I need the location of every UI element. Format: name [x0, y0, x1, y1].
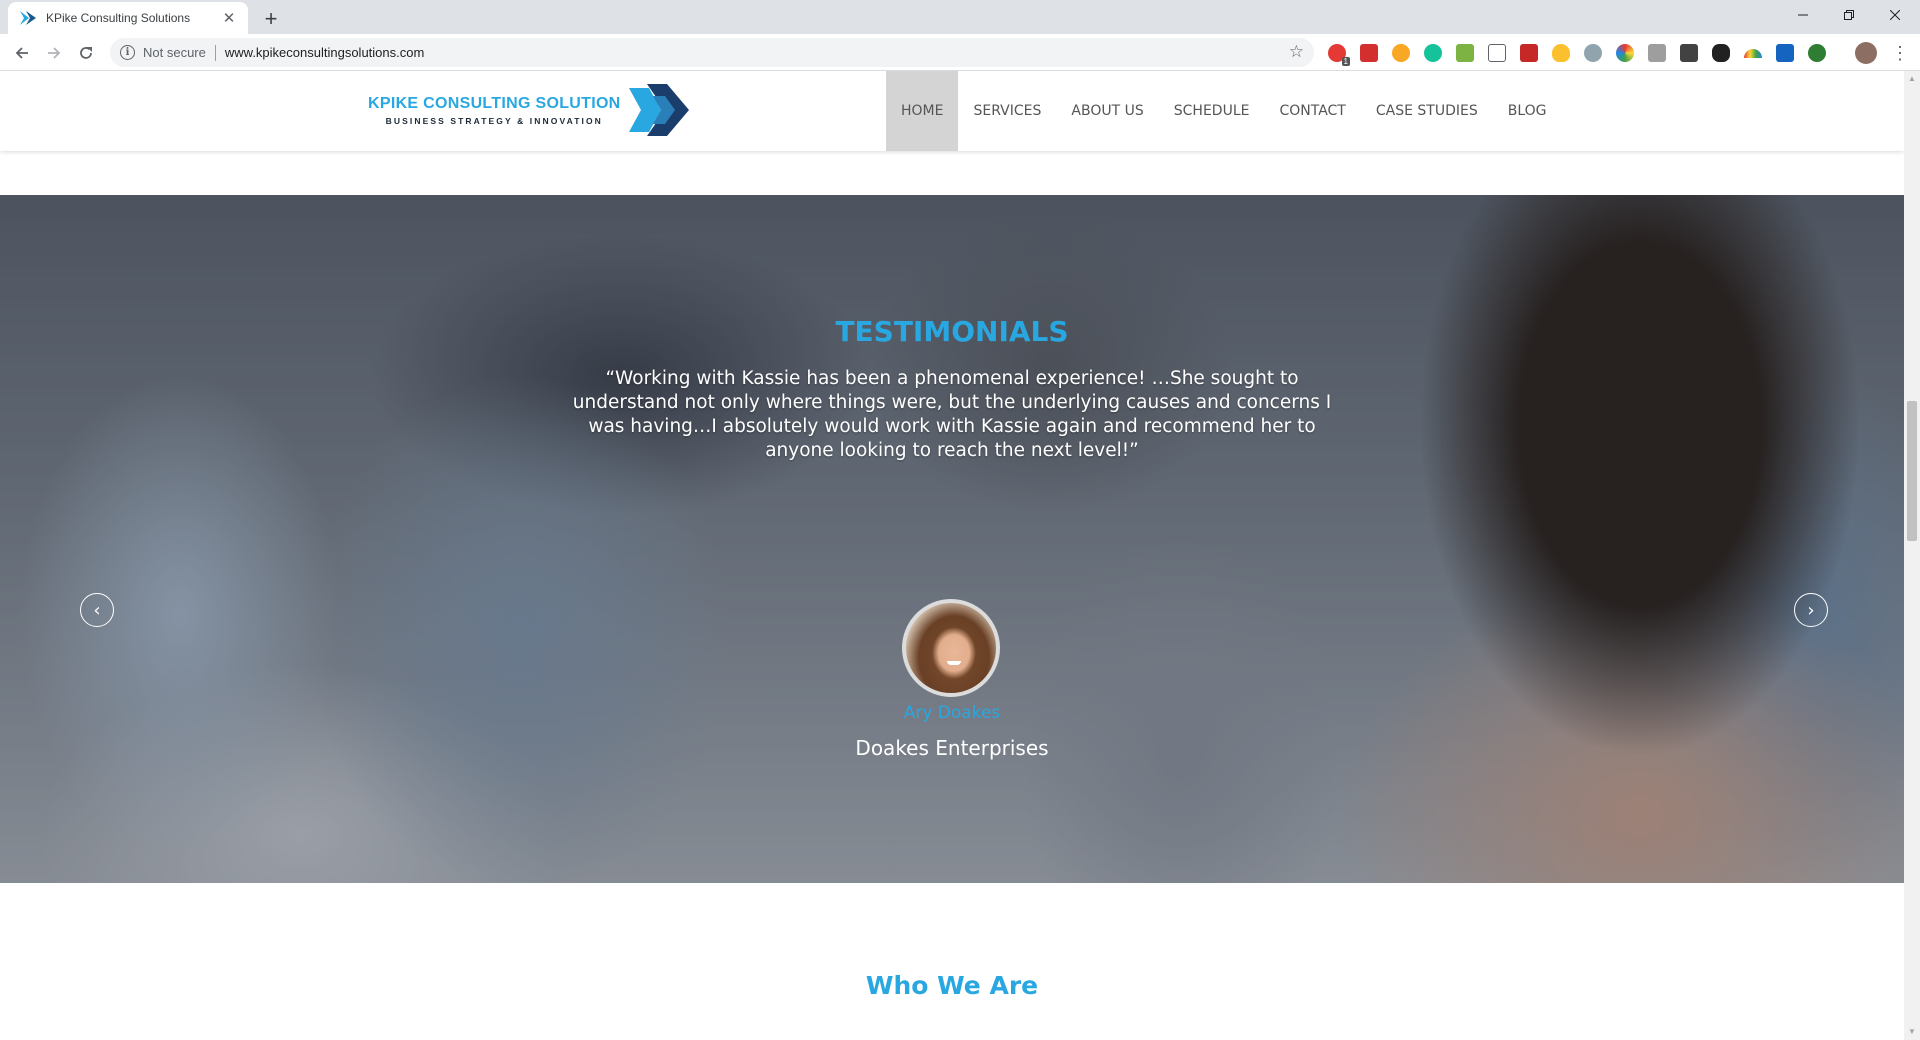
hero-background-image [0, 195, 1904, 883]
url-separator [214, 44, 216, 61]
scroll-down-arrow-icon[interactable]: ▼ [1907, 1027, 1917, 1037]
site-logo[interactable]: KPIKE CONSULTING SOLUTION BUSINESS STRAT… [368, 83, 692, 137]
tab-title: KPike Consulting Solutions [46, 11, 191, 25]
reload-icon[interactable] [72, 39, 100, 67]
extension-bulb-icon[interactable] [1552, 44, 1570, 62]
minimize-window-button[interactable] [1780, 0, 1826, 30]
extension-rainbow-icon[interactable] [1744, 48, 1762, 58]
avatar-smile [947, 661, 961, 665]
nav-item-blog[interactable]: BLOG [1493, 71, 1562, 151]
extension-red-icon[interactable] [1360, 44, 1378, 62]
scroll-up-arrow-icon[interactable]: ▲ [1907, 74, 1917, 84]
new-tab-button[interactable]: + [258, 6, 284, 32]
security-label: Not secure [143, 45, 206, 60]
nav-item-home[interactable]: HOME [886, 71, 959, 151]
main-nav: HOME SERVICES ABOUT US SCHEDULE CONTACT … [886, 71, 1562, 151]
nav-item-about-us[interactable]: ABOUT US [1056, 71, 1158, 151]
restore-window-button[interactable] [1826, 0, 1872, 30]
extension-chart-icon[interactable] [1520, 44, 1538, 62]
bookmark-star-icon[interactable]: ☆ [1289, 42, 1304, 62]
extension-bee-icon[interactable] [1392, 44, 1410, 62]
browser-toolbar: i Not secure www.kpikeconsultingsolution… [0, 34, 1920, 71]
extension-adblock-icon[interactable]: 1 [1328, 44, 1350, 66]
back-arrow-icon[interactable] [8, 39, 36, 67]
url-text[interactable]: www.kpikeconsultingsolutions.com [225, 45, 424, 60]
carousel-prev-button[interactable]: ‹ [80, 593, 114, 627]
extension-grid-icon[interactable] [1776, 44, 1794, 62]
extension-color-wheel-icon[interactable] [1616, 44, 1634, 62]
browser-tabstrip: KPike Consulting Solutions ✕ + [0, 0, 1920, 34]
logo-arrows-icon [628, 84, 689, 136]
forward-arrow-icon[interactable] [40, 39, 68, 67]
extension-eye-icon[interactable] [1584, 44, 1602, 62]
nav-item-case-studies[interactable]: CASE STUDIES [1361, 71, 1493, 151]
testimonial-quote: “Working with Kassie has been a phenomen… [572, 368, 1332, 461]
browser-menu-icon[interactable]: ⋮ [1890, 41, 1910, 65]
extension-glasses-icon[interactable] [1712, 44, 1730, 62]
testimonial-company: Doakes Enterprises [855, 736, 1049, 760]
address-bar[interactable]: i Not secure www.kpikeconsultingsolution… [110, 38, 1314, 67]
extensions-row: 1 [1328, 43, 1840, 66]
extension-badge: 1 [1341, 57, 1350, 66]
extension-green-icon[interactable] [1808, 44, 1826, 62]
site-favicon-icon [20, 10, 36, 26]
browser-tab[interactable]: KPike Consulting Solutions ✕ [8, 2, 248, 34]
nav-item-contact[interactable]: CONTACT [1264, 71, 1360, 151]
logo-text: KPIKE CONSULTING SOLUTION BUSINESS STRAT… [368, 95, 621, 126]
carousel-next-button[interactable]: › [1794, 593, 1828, 627]
logo-name: KPIKE CONSULTING SOLUTION [368, 94, 621, 112]
site-info-icon[interactable]: i [120, 45, 135, 60]
testimonials-heading: TESTIMONIALS [835, 315, 1069, 348]
extension-gray-icon[interactable] [1648, 44, 1666, 62]
page-scrollbar[interactable]: ▲ ▼ [1904, 71, 1920, 1040]
extension-dark-icon[interactable] [1680, 44, 1698, 62]
site-header: KPIKE CONSULTING SOLUTION BUSINESS STRAT… [0, 71, 1904, 151]
scrollbar-thumb[interactable] [1907, 401, 1917, 541]
extension-inbox-icon[interactable] [1456, 44, 1474, 62]
testimonial-avatar [902, 599, 1000, 697]
close-window-button[interactable] [1872, 0, 1918, 30]
nav-item-services[interactable]: SERVICES [958, 71, 1056, 151]
profile-avatar[interactable] [1855, 42, 1877, 64]
page-viewport: KPIKE CONSULTING SOLUTION BUSINESS STRAT… [0, 71, 1904, 1040]
testimonial-person-name[interactable]: Ary Doakes [0, 703, 1904, 723]
nav-item-schedule[interactable]: SCHEDULE [1159, 71, 1265, 151]
logo-tagline: BUSINESS STRATEGY & INNOVATION [385, 115, 603, 126]
extension-document-icon[interactable] [1488, 44, 1506, 62]
who-we-are-heading: Who We Are [865, 971, 1039, 1000]
extension-grammarly-icon[interactable] [1424, 44, 1442, 62]
testimonials-section: TESTIMONIALS “Working with Kassie has be… [0, 195, 1904, 883]
close-tab-icon[interactable]: ✕ [220, 9, 238, 27]
